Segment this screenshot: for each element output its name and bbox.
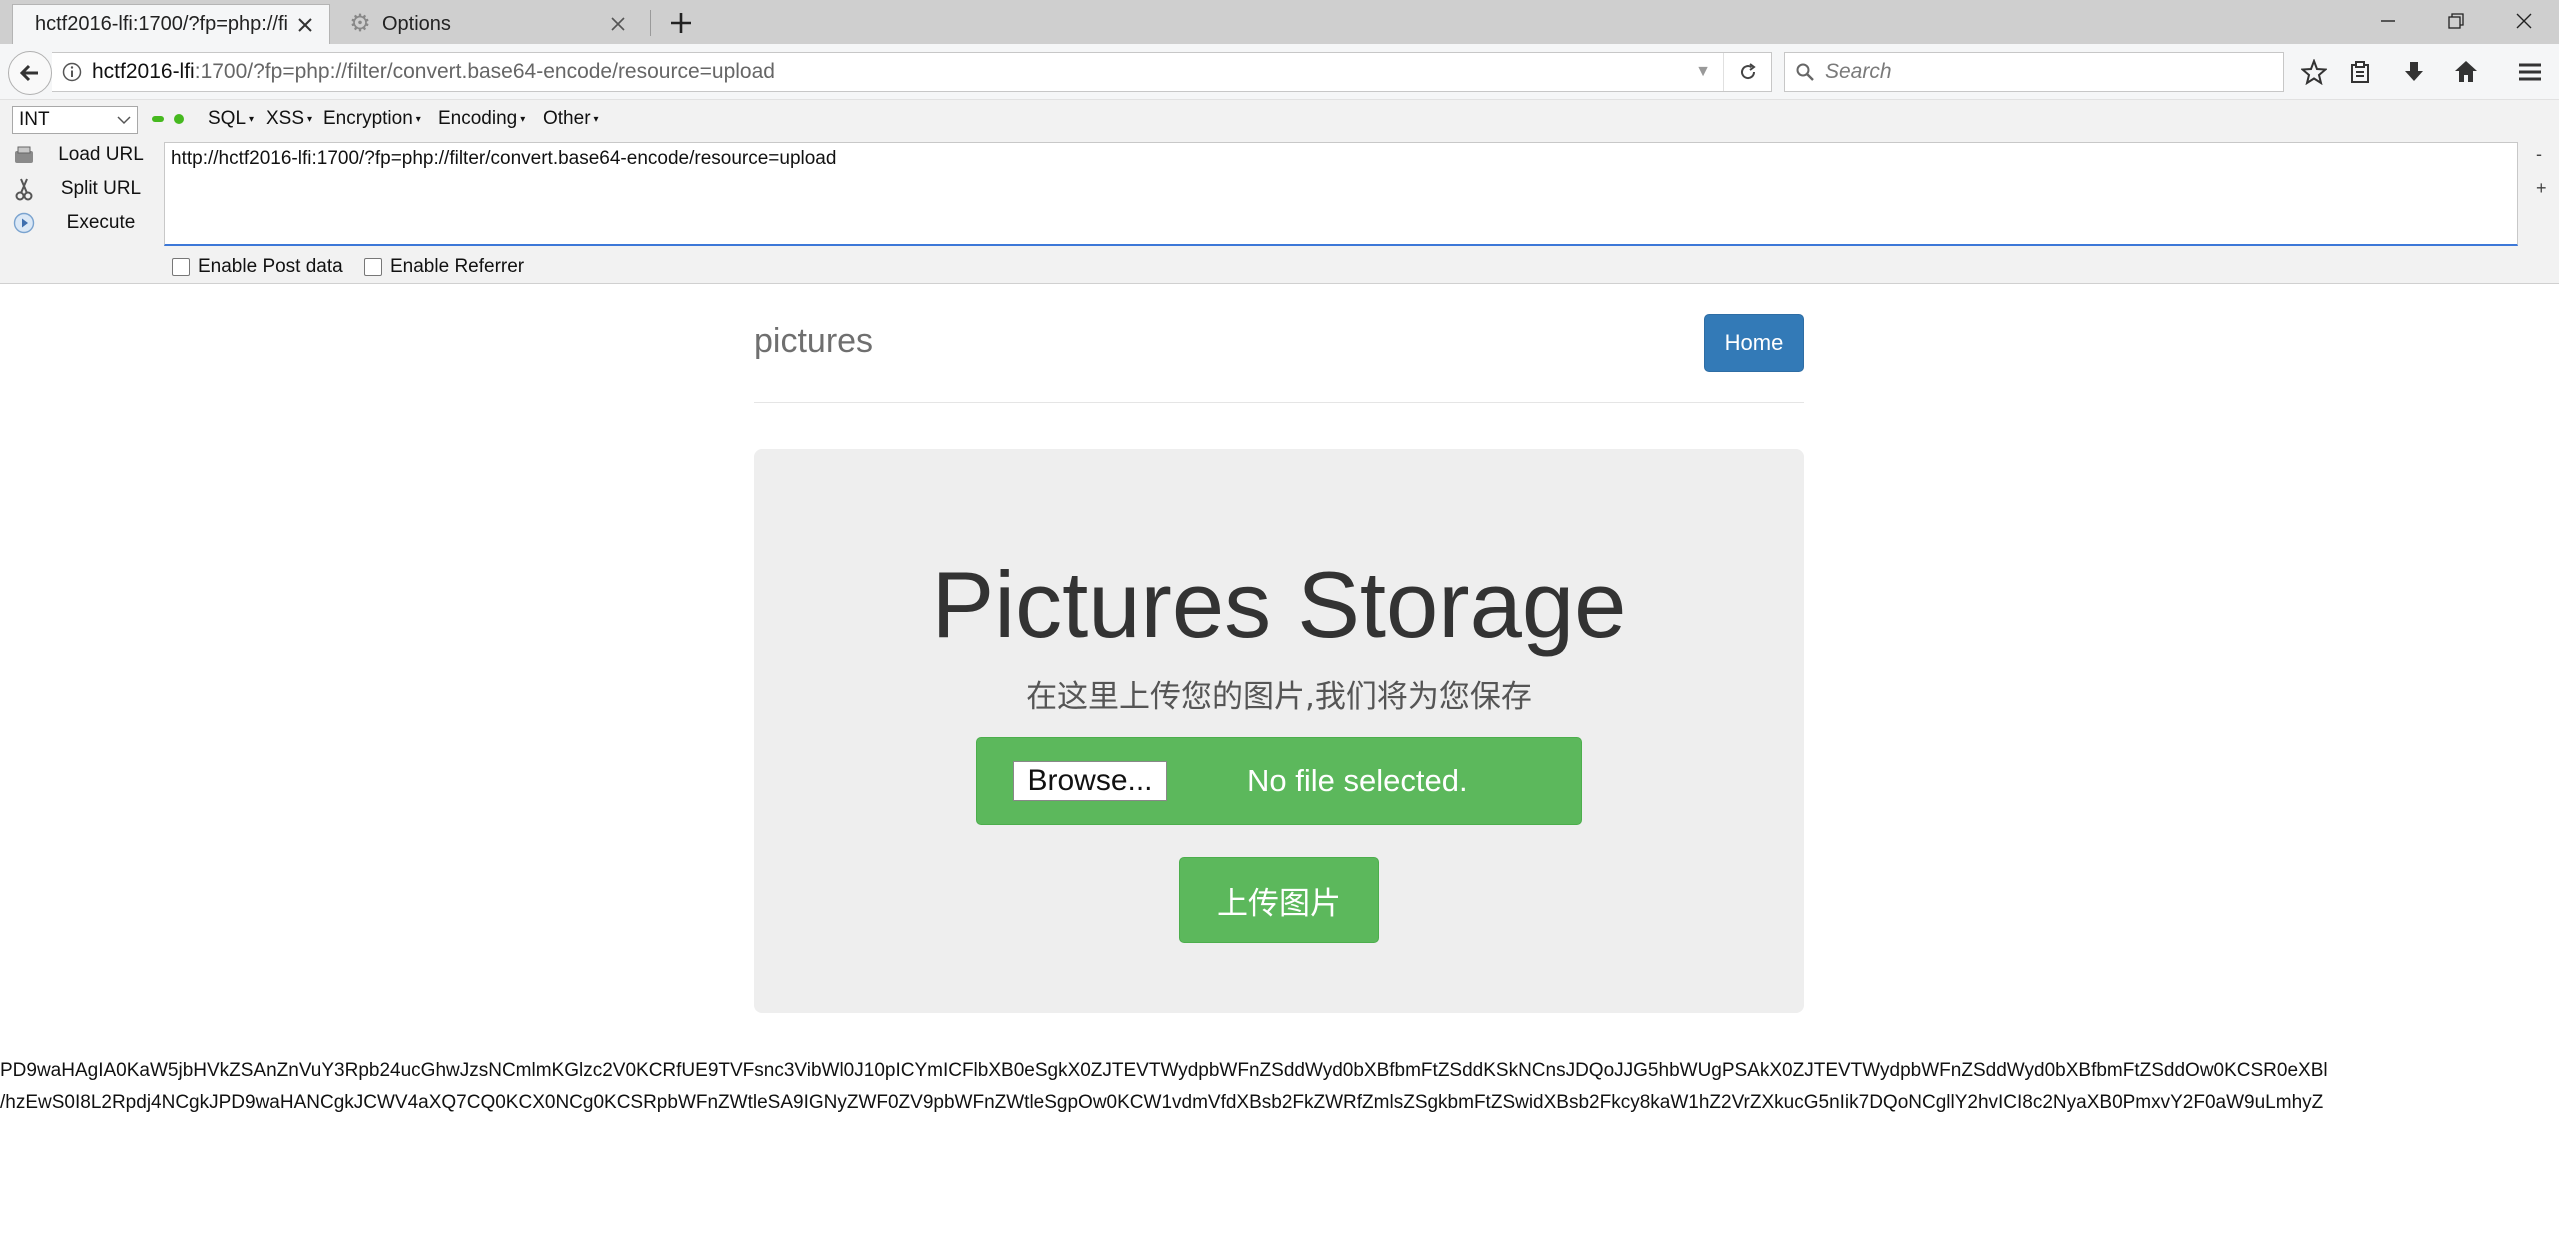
caret-icon: ▾ bbox=[593, 113, 599, 125]
navigation-toolbar: hctf2016-lfi :1700/?fp=php://filter/conv… bbox=[0, 44, 2559, 100]
minimize-button[interactable] bbox=[2360, 4, 2416, 38]
restore-icon bbox=[2448, 13, 2464, 29]
type-select[interactable]: INT bbox=[12, 106, 138, 134]
plus-icon bbox=[671, 13, 691, 33]
reading-list-button[interactable] bbox=[2342, 54, 2378, 90]
execute-label: Execute bbox=[66, 212, 136, 233]
checkbox-box[interactable] bbox=[364, 258, 382, 276]
scissors-icon bbox=[12, 177, 36, 201]
upload-jumbotron: Pictures Storage 在这里上传您的图片,我们将为您保存 Brows… bbox=[754, 449, 1804, 1013]
new-tab-button[interactable] bbox=[664, 6, 698, 40]
caret-icon: ▾ bbox=[307, 113, 313, 125]
tab-options[interactable]: ⚙ Options bbox=[336, 4, 642, 44]
menu-other[interactable]: Other ▾ bbox=[543, 108, 599, 130]
star-icon bbox=[2301, 59, 2327, 85]
file-input[interactable]: Browse... No file selected. bbox=[976, 737, 1582, 825]
restore-button[interactable] bbox=[2428, 4, 2484, 38]
info-icon[interactable] bbox=[52, 62, 92, 82]
close-tab-icon[interactable] bbox=[293, 13, 317, 37]
hackbar-indicators bbox=[152, 114, 184, 124]
shrink-button[interactable]: - bbox=[2536, 144, 2542, 165]
menu-xss[interactable]: XSS ▾ bbox=[266, 108, 312, 130]
execute-button[interactable]: Execute bbox=[12, 208, 156, 238]
hamburger-icon bbox=[2519, 63, 2541, 81]
tab-title: hctf2016-lfi:1700/?fp=php://fi bbox=[35, 13, 288, 35]
hackbar-url-input[interactable]: http://hctf2016-lfi:1700/?fp=php://filte… bbox=[164, 142, 2518, 246]
search-field[interactable]: Search bbox=[1784, 52, 2284, 92]
close-window-button[interactable] bbox=[2496, 4, 2552, 38]
minimize-icon bbox=[2381, 20, 2395, 22]
bookmark-button[interactable] bbox=[2296, 54, 2332, 90]
caret-icon: ▾ bbox=[249, 113, 255, 125]
checkbox-box[interactable] bbox=[172, 258, 190, 276]
header-divider bbox=[754, 402, 1804, 403]
enable-post-data-checkbox[interactable]: Enable Post data bbox=[172, 256, 343, 278]
home-icon bbox=[2455, 61, 2477, 82]
base64-output-line: PD9waHAgIA0KaW5jbHVkZSAnZnVuY3Rpb24ucGhw… bbox=[0, 1060, 2328, 1081]
url-host: hctf2016-lfi bbox=[92, 60, 195, 83]
load-url-button[interactable]: Load URL bbox=[12, 140, 156, 170]
clipboard-icon bbox=[2351, 61, 2369, 83]
menu-label: Encoding bbox=[438, 108, 518, 129]
split-url-button[interactable]: Split URL bbox=[12, 174, 156, 204]
caret-icon: ▾ bbox=[415, 113, 421, 125]
menu-label: Other bbox=[543, 108, 591, 129]
search-placeholder: Search bbox=[1825, 60, 1892, 83]
close-icon bbox=[2516, 13, 2532, 29]
gear-icon: ⚙ bbox=[349, 10, 371, 37]
chevron-down-icon bbox=[117, 116, 131, 125]
upload-button[interactable]: 上传图片 bbox=[1179, 857, 1379, 943]
tab-divider bbox=[650, 10, 651, 36]
minus-indicator-icon[interactable] bbox=[152, 116, 164, 122]
file-status: No file selected. bbox=[1247, 763, 1468, 798]
address-bar[interactable]: hctf2016-lfi :1700/?fp=php://filter/conv… bbox=[52, 52, 1772, 92]
browse-button[interactable]: Browse... bbox=[1013, 761, 1167, 801]
checkbox-label: Enable Referrer bbox=[390, 256, 525, 277]
menu-label: XSS bbox=[266, 108, 305, 129]
menu-button[interactable] bbox=[2512, 54, 2548, 90]
play-icon bbox=[12, 211, 36, 235]
hackbar-panel: INT SQL ▾ XSS ▾ Encryption ▾ Encoding ▾ Othe… bbox=[0, 100, 2559, 284]
menu-label: SQL bbox=[208, 108, 247, 129]
tab-lfi[interactable]: hctf2016-lfi:1700/?fp=php://fi bbox=[12, 4, 330, 44]
history-dropdown-icon[interactable]: ▼ bbox=[1683, 63, 1723, 81]
load-url-icon bbox=[12, 143, 36, 167]
home-button[interactable] bbox=[2448, 54, 2484, 90]
back-arrow-icon bbox=[19, 64, 38, 82]
page-title: Pictures Storage bbox=[931, 552, 1627, 657]
menu-label: Encryption bbox=[323, 108, 413, 129]
reload-button[interactable] bbox=[1723, 53, 1771, 91]
menu-sql[interactable]: SQL ▾ bbox=[208, 108, 254, 130]
split-url-label: Split URL bbox=[60, 178, 142, 199]
url-path: :1700/?fp=php://filter/convert.base64-en… bbox=[194, 60, 775, 83]
checkbox-label: Enable Post data bbox=[198, 256, 343, 277]
menu-encoding[interactable]: Encoding ▾ bbox=[438, 108, 525, 130]
reload-icon bbox=[1740, 63, 1756, 80]
tab-strip: hctf2016-lfi:1700/?fp=php://fi ⚙ Options bbox=[0, 0, 2559, 44]
type-select-value: INT bbox=[19, 109, 50, 130]
load-url-label: Load URL bbox=[58, 144, 144, 165]
page-subtitle: 在这里上传您的图片,我们将为您保存 bbox=[1026, 679, 1532, 715]
close-tab-icon[interactable] bbox=[606, 12, 630, 36]
tab-title: Options bbox=[382, 12, 451, 35]
site-brand[interactable]: pictures bbox=[754, 322, 873, 361]
search-icon bbox=[1785, 62, 1825, 82]
menu-encryption[interactable]: Encryption ▾ bbox=[323, 108, 421, 130]
back-button[interactable] bbox=[8, 51, 52, 95]
enable-referrer-checkbox[interactable]: Enable Referrer bbox=[364, 256, 524, 278]
base64-output-line: /hzEwS0I8L2Rpdj4NCgkJPD9waHANCgkJCWV4aXQ… bbox=[0, 1092, 2324, 1113]
download-arrow-icon bbox=[2405, 62, 2423, 81]
caret-icon: ▾ bbox=[520, 113, 526, 125]
plus-indicator-icon[interactable] bbox=[174, 114, 184, 124]
home-nav-button[interactable]: Home bbox=[1704, 314, 1804, 372]
expand-button[interactable]: + bbox=[2536, 178, 2547, 199]
downloads-button[interactable] bbox=[2396, 54, 2432, 90]
